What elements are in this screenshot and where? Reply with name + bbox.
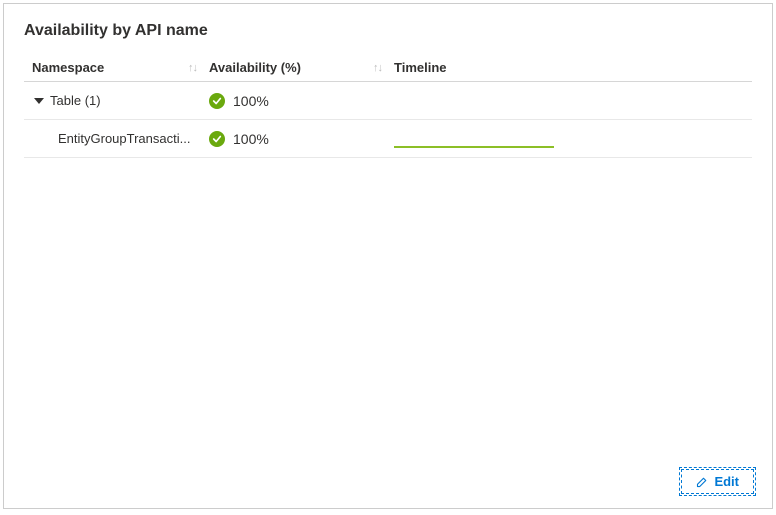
table-row[interactable]: EntityGroupTransacti... 100% [24, 120, 752, 158]
timeline-cell [394, 130, 752, 148]
edit-button[interactable]: Edit [681, 469, 754, 494]
availability-panel: Availability by API name Namespace ↑↓ Av… [3, 3, 773, 509]
column-label: Namespace [32, 60, 104, 75]
sort-icon: ↑↓ [373, 62, 382, 74]
namespace-cell: EntityGroupTransacti... [24, 131, 209, 146]
pencil-icon [696, 476, 708, 488]
namespace-text: EntityGroupTransacti... [58, 131, 190, 146]
check-circle-icon [209, 131, 225, 147]
availability-cell: 100% [209, 131, 394, 147]
availability-value: 100% [233, 131, 269, 147]
sparkline-chart [394, 146, 554, 148]
edit-button-label: Edit [714, 474, 739, 489]
availability-value: 100% [233, 93, 269, 109]
check-circle-icon [209, 93, 225, 109]
column-label: Availability (%) [209, 60, 301, 75]
table-header-row: Namespace ↑↓ Availability (%) ↑↓ Timelin… [24, 54, 752, 82]
column-header-availability[interactable]: Availability (%) ↑↓ [209, 60, 394, 75]
chevron-down-icon[interactable] [34, 98, 44, 104]
namespace-text: Table (1) [50, 93, 101, 108]
availability-cell: 100% [209, 93, 394, 109]
availability-table: Namespace ↑↓ Availability (%) ↑↓ Timelin… [24, 54, 752, 158]
column-header-namespace[interactable]: Namespace ↑↓ [24, 60, 209, 75]
panel-title: Availability by API name [24, 22, 752, 40]
column-header-timeline[interactable]: Timeline [394, 60, 752, 75]
sort-icon: ↑↓ [188, 62, 197, 74]
namespace-cell: Table (1) [24, 93, 209, 108]
table-row[interactable]: Table (1) 100% [24, 82, 752, 120]
column-label: Timeline [394, 60, 447, 75]
